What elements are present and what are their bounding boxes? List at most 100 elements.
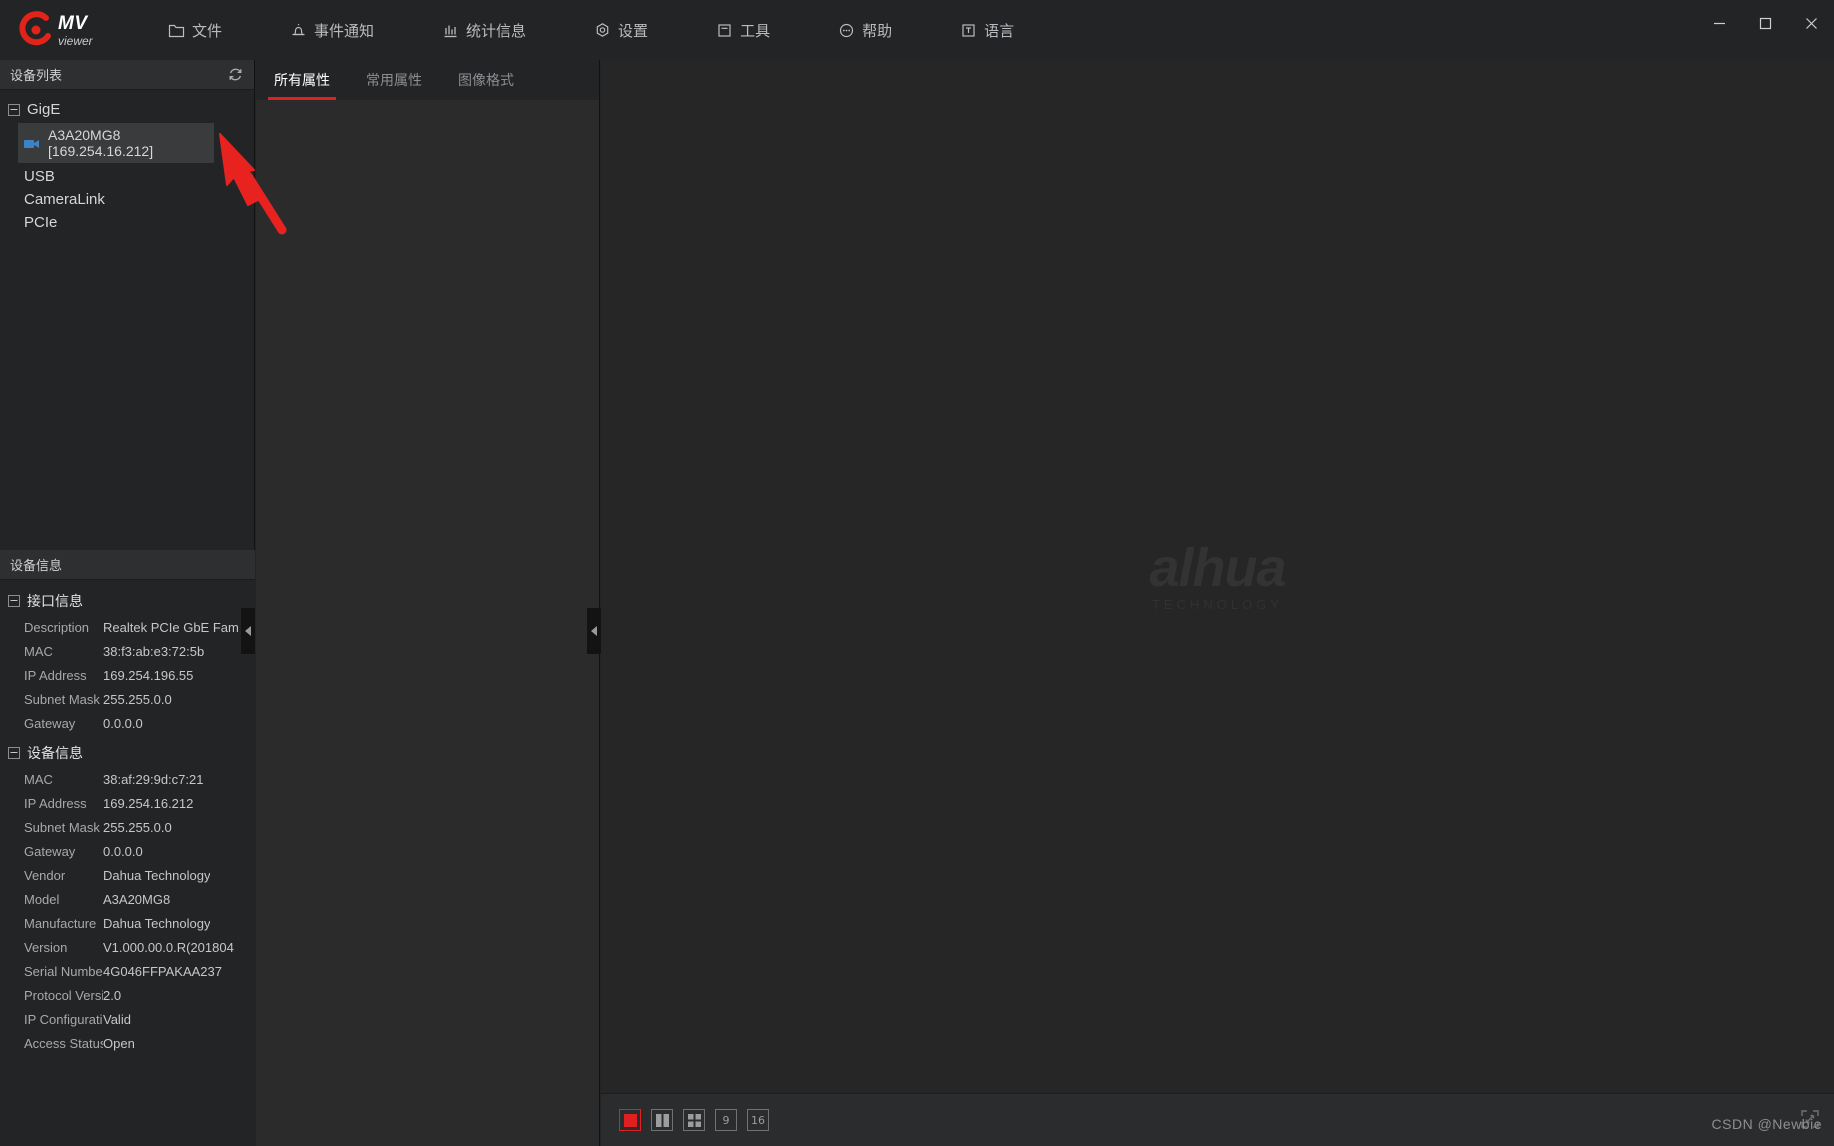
info-row: Manufacture Dahua Technology bbox=[0, 911, 255, 935]
info-key: Version bbox=[24, 939, 68, 955]
mv-viewer-logo-icon bbox=[16, 10, 56, 50]
info-key: Serial Number bbox=[24, 963, 103, 979]
app-logo: MV viewer bbox=[16, 10, 134, 50]
chevron-left-icon bbox=[591, 626, 597, 636]
tab-common-properties[interactable]: 常用属性 bbox=[348, 60, 440, 100]
minimize-button[interactable] bbox=[1696, 0, 1742, 46]
layout-2-button[interactable] bbox=[651, 1109, 673, 1131]
properties-content bbox=[256, 100, 599, 1146]
tree-node-cameralink[interactable]: CameraLink bbox=[0, 188, 254, 211]
info-key: Subnet Mask bbox=[24, 819, 100, 835]
info-row: IP Address 169.254.16.212 bbox=[0, 791, 255, 815]
toolbox-icon bbox=[716, 22, 733, 39]
info-row: Model A3A20MG8 bbox=[0, 887, 255, 911]
tree-node-cameralink-label: CameraLink bbox=[24, 191, 105, 208]
device-info-rows: MAC 38:af:29:9d:c7:21 IP Address 169.254.1… bbox=[0, 767, 255, 1055]
tab-image-format[interactable]: 图像格式 bbox=[440, 60, 532, 100]
info-value: Valid bbox=[103, 1011, 131, 1027]
menu-item-file-label: 文件 bbox=[192, 22, 223, 40]
device-list-panel: 设备列表 − GigE A3A20MG8 [169.254.16.212] US… bbox=[0, 60, 255, 1146]
collapse-toggle-icon[interactable]: − bbox=[8, 747, 20, 759]
device-info-body: − 接口信息 Description Realtek PCIe GbE Fam M… bbox=[0, 580, 255, 1055]
device-tree: − GigE A3A20MG8 [169.254.16.212] USB Cam… bbox=[0, 90, 254, 234]
menu-item-settings[interactable]: 设置 bbox=[578, 0, 664, 60]
info-value: 255.255.0.0 bbox=[103, 691, 172, 707]
device-item-a3a20mg8[interactable]: A3A20MG8 [169.254.16.212] bbox=[18, 123, 214, 163]
collapse-toggle-icon[interactable]: − bbox=[8, 595, 20, 607]
collapse-toggle-icon[interactable]: − bbox=[8, 103, 20, 116]
logo-secondary-text: viewer bbox=[58, 33, 93, 48]
info-key: Model bbox=[24, 891, 60, 907]
info-value: 0.0.0.0 bbox=[103, 715, 143, 731]
info-key: Gateway bbox=[24, 715, 76, 731]
info-value: Dahua Technology bbox=[103, 915, 211, 931]
menu-item-event-notification[interactable]: 事件通知 bbox=[274, 0, 390, 60]
section-interface-info[interactable]: − 接口信息 bbox=[0, 588, 255, 615]
info-key: Protocol Version bbox=[24, 987, 103, 1003]
info-value: Realtek PCIe GbE Fam bbox=[103, 619, 239, 635]
tree-node-usb-label: USB bbox=[24, 168, 55, 185]
close-button[interactable] bbox=[1788, 0, 1834, 46]
info-key: Description bbox=[24, 619, 90, 635]
menu-item-event-notification-label: 事件通知 bbox=[314, 22, 375, 40]
info-key: Vendor bbox=[24, 867, 66, 883]
bar-chart-icon bbox=[442, 22, 459, 39]
menu-item-help-label: 帮助 bbox=[862, 22, 893, 40]
section-device-info[interactable]: − 设备信息 bbox=[0, 740, 255, 767]
properties-panel: 所有属性 常用属性 图像格式 bbox=[256, 60, 600, 1146]
info-row: Gateway 0.0.0.0 bbox=[0, 839, 255, 863]
info-value: 169.254.16.212 bbox=[103, 795, 194, 811]
layout-1-button[interactable] bbox=[619, 1109, 641, 1131]
tab-all-properties[interactable]: 所有属性 bbox=[256, 60, 348, 100]
view-collapse-handle[interactable] bbox=[587, 608, 601, 654]
refresh-icon[interactable] bbox=[224, 64, 246, 86]
info-key: Subnet Mask bbox=[24, 691, 100, 707]
device-info-title: 设备信息 bbox=[10, 558, 63, 573]
video-canvas[interactable]: alhua TECHNOLOGY bbox=[601, 60, 1834, 1093]
window-controls bbox=[1696, 0, 1834, 46]
video-view-panel: alhua TECHNOLOGY 9 16 CSDN @Newbie bbox=[587, 60, 1834, 1146]
dahua-watermark: alhua TECHNOLOGY bbox=[1149, 541, 1286, 612]
device-list-header: 设备列表 bbox=[0, 60, 254, 90]
info-key: MAC bbox=[24, 643, 53, 659]
device-info-panel: 设备信息 − 接口信息 Description Realtek PCIe GbE … bbox=[0, 550, 255, 1146]
csdn-credit-watermark: CSDN @Newbie bbox=[1711, 1116, 1822, 1132]
layout-16-label: 16 bbox=[751, 1113, 765, 1127]
tree-node-usb[interactable]: USB bbox=[0, 165, 254, 188]
tab-image-format-label: 图像格式 bbox=[458, 72, 514, 88]
info-row: Subnet Mask 255.255.0.0 bbox=[0, 687, 255, 711]
info-row: Vendor Dahua Technology bbox=[0, 863, 255, 887]
tree-node-pcie[interactable]: PCIe bbox=[0, 211, 254, 234]
info-key: IP Configuration bbox=[24, 1011, 103, 1027]
menu-item-file[interactable]: 文件 bbox=[152, 0, 238, 60]
menu-item-statistics[interactable]: 统计信息 bbox=[426, 0, 542, 60]
tab-common-properties-label: 常用属性 bbox=[366, 72, 422, 88]
info-key: Gateway bbox=[24, 843, 76, 859]
info-row: Description Realtek PCIe GbE Fam bbox=[0, 615, 255, 639]
device-info-header: 设备信息 bbox=[0, 550, 255, 580]
language-icon bbox=[960, 22, 977, 39]
logo-primary-text: MV bbox=[58, 12, 88, 34]
info-row: Access Status Open bbox=[0, 1031, 255, 1055]
layout-4-button[interactable] bbox=[683, 1109, 705, 1131]
menu-item-tools-label: 工具 bbox=[740, 22, 771, 40]
tree-node-pcie-label: PCIe bbox=[24, 214, 58, 231]
menu-item-language[interactable]: 语言 bbox=[944, 0, 1030, 60]
info-row: MAC 38:f3:ab:e3:72:5b bbox=[0, 639, 255, 663]
info-row: Gateway 0.0.0.0 bbox=[0, 711, 255, 735]
layout-16-button[interactable]: 16 bbox=[747, 1109, 769, 1131]
info-value: A3A20MG8 bbox=[103, 891, 171, 907]
info-value: Open bbox=[103, 1035, 135, 1051]
info-key: Access Status bbox=[24, 1035, 103, 1051]
maximize-button[interactable] bbox=[1742, 0, 1788, 46]
section-device-info-label: 设备信息 bbox=[27, 745, 83, 761]
device-list-title: 设备列表 bbox=[10, 68, 63, 83]
view-toolbar: 9 16 CSDN @Newbie bbox=[601, 1093, 1834, 1146]
info-value: V1.000.00.0.R(201804 bbox=[103, 939, 234, 955]
menu-item-help[interactable]: 帮助 bbox=[822, 0, 908, 60]
info-row: Version V1.000.00.0.R(201804 bbox=[0, 935, 255, 959]
sidebar-collapse-handle[interactable] bbox=[241, 608, 255, 654]
tree-group-gige[interactable]: − GigE bbox=[0, 98, 254, 121]
menu-item-tools[interactable]: 工具 bbox=[700, 0, 786, 60]
layout-9-button[interactable]: 9 bbox=[715, 1109, 737, 1131]
